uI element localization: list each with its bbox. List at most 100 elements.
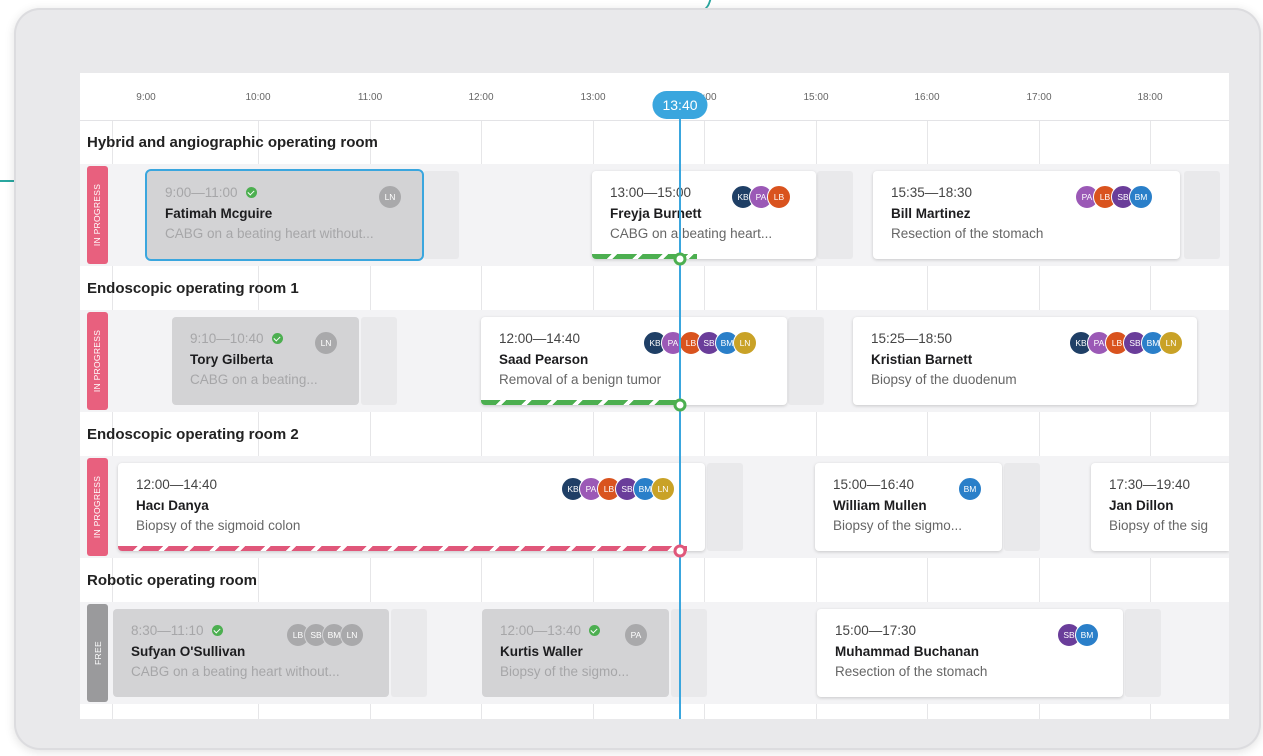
staff-avatars: KB PA LB (731, 185, 791, 209)
cleanup-gap (817, 171, 853, 259)
time-tick: 18:00 (1137, 92, 1163, 103)
time-text: 15:00—16:40 (833, 477, 915, 492)
surgery-card[interactable]: 8:30—11:10 Sufyan O'Sullivan CABG on a b… (113, 609, 389, 697)
procedure-desc: Biopsy of the sigmoid colon (136, 518, 301, 533)
staff-avatars: LB SB BM LN (286, 623, 364, 647)
cleanup-gap (1004, 463, 1040, 551)
cleanup-gap (361, 317, 397, 405)
cleanup-gap (391, 609, 427, 697)
staff-avatar[interactable]: LN (340, 623, 364, 647)
staff-avatars: LN (314, 331, 338, 355)
check-icon (211, 625, 223, 636)
check-icon (245, 187, 257, 198)
procedure-desc: Resection of the stomach (835, 664, 988, 679)
staff-avatar[interactable]: LN (733, 331, 757, 355)
patient-name: Fatimah Mcguire (165, 206, 273, 221)
progress-bar (118, 546, 688, 551)
surgery-card[interactable]: 15:35—18:30 Bill Martinez Resection of t… (873, 171, 1180, 259)
time-tick: 17:00 (1026, 92, 1052, 103)
surgery-card[interactable]: 15:25—18:50 Kristian Barnett Biopsy of t… (853, 317, 1197, 405)
procedure-desc: CABG on a beating... (190, 372, 318, 387)
room-status-badge: IN PROGRESS (87, 458, 108, 556)
procedure-desc: Resection of the stomach (891, 226, 1044, 241)
procedure-desc: Biopsy of the duodenum (871, 372, 1017, 387)
staff-avatars: PA LB SB BM (1075, 185, 1153, 209)
time-tick: 13:00 (580, 92, 606, 103)
staff-avatar[interactable]: LN (1159, 331, 1183, 355)
status-label: IN PROGRESS (92, 329, 103, 393)
staff-avatars: BM (958, 477, 982, 501)
room-title: Endoscopic operating room 1 (87, 280, 299, 297)
staff-avatars: KB PA LB SB BM LN (561, 477, 675, 501)
check-icon (589, 625, 601, 636)
procedure-desc: Removal of a benign tumor (499, 372, 662, 387)
cleanup-gap (788, 317, 824, 405)
surgery-card[interactable]: 17:30—19:40 Jan Dillon Biopsy of the sig (1091, 463, 1229, 551)
staff-avatars: SB BM (1057, 623, 1099, 647)
procedure-desc: Biopsy of the sigmo... (833, 518, 963, 533)
procedure-desc: Biopsy of the sigmo... (500, 664, 630, 679)
time-text: 9:10—10:40 (190, 331, 264, 346)
progress-marker-dot (673, 398, 687, 412)
room-status-badge: IN PROGRESS (87, 312, 108, 410)
cleanup-gap (1125, 609, 1161, 697)
cleanup-gap (707, 463, 743, 551)
surgery-card[interactable]: 12:00—13:40 Kurtis Waller Biopsy of the … (482, 609, 669, 697)
time-tick: 15:00 (803, 92, 829, 103)
surgery-card[interactable]: 12:00—14:40 Hacı Danya Biopsy of the sig… (118, 463, 705, 551)
procedure-desc: CABG on a beating heart... (610, 226, 773, 241)
check-icon (271, 333, 283, 344)
time-text: 15:25—18:50 (871, 331, 953, 346)
room-title: Hybrid and angiographic operating room (87, 134, 378, 151)
staff-avatars: KB PA LB SB BM LN (643, 331, 757, 355)
time-text: 12:00—14:40 (136, 477, 218, 492)
room-title: Robotic operating room (87, 572, 257, 589)
surgery-time: 9:00—11:00 (165, 185, 404, 200)
cleanup-gap (671, 609, 707, 697)
tablet-frame: 9:00 10:00 11:00 12:00 13:00 14:00 15:00… (14, 8, 1261, 750)
time-text: 15:35—18:30 (891, 185, 973, 200)
surgery-card[interactable]: 12:00—14:40 Saad Pearson Removal of a be… (481, 317, 787, 405)
staff-avatar[interactable]: LB (767, 185, 791, 209)
surgery-card[interactable]: 15:00—17:30 Muhammad Buchanan Resection … (817, 609, 1123, 697)
time-text: 17:30—19:40 (1109, 477, 1191, 492)
room-status-badge: IN PROGRESS (87, 166, 108, 264)
status-label: IN PROGRESS (92, 183, 103, 247)
time-tick: 16:00 (914, 92, 940, 103)
room-status-badge: FREE (87, 604, 108, 702)
staff-avatar[interactable]: BM (958, 477, 982, 501)
time-text: 12:00—13:40 (500, 623, 582, 638)
progress-marker-dot (673, 252, 687, 266)
cleanup-gap (1184, 171, 1220, 259)
time-tick: 10:00 (245, 92, 271, 103)
staff-avatars: LN (378, 185, 402, 209)
surgery-card[interactable]: 9:00—11:00 Fatimah Mcguire CABG on a bea… (145, 169, 424, 261)
surgery-card[interactable]: 9:10—10:40 Tory Gilberta CABG on a beati… (172, 317, 359, 405)
staff-avatar[interactable]: PA (624, 623, 648, 647)
current-time-badge: 13:40 (652, 91, 708, 119)
room-title: Endoscopic operating room 2 (87, 426, 299, 443)
procedure-desc: Biopsy of the sig (1109, 518, 1209, 533)
staff-avatar[interactable]: LN (314, 331, 338, 355)
or-schedule-screen: 9:00 10:00 11:00 12:00 13:00 14:00 15:00… (80, 73, 1229, 719)
progress-marker-dot (673, 544, 687, 558)
time-text: 8:30—11:10 (131, 623, 204, 638)
status-label: FREE (92, 641, 103, 665)
time-tick: 9:00 (136, 92, 156, 103)
staff-avatars: KB PA LB SB BM LN (1069, 331, 1183, 355)
staff-avatar[interactable]: LN (378, 185, 402, 209)
surgery-time: 17:30—19:40 (1109, 477, 1211, 492)
time-text: 9:00—11:00 (165, 185, 238, 200)
time-text: 12:00—14:40 (499, 331, 581, 346)
staff-avatar[interactable]: LN (651, 477, 675, 501)
time-tick: 11:00 (357, 92, 383, 103)
time-tick: 12:00 (468, 92, 494, 103)
cleanup-gap (423, 171, 459, 259)
staff-avatar[interactable]: BM (1129, 185, 1153, 209)
procedure-desc: CABG on a beating heart without... (165, 226, 374, 241)
surgery-card[interactable]: 15:00—16:40 William Mullen Biopsy of the… (815, 463, 1002, 551)
surgery-card[interactable]: 13:00—15:00 Freyja Burnett CABG on a bea… (592, 171, 816, 259)
time-text: 15:00—17:30 (835, 623, 917, 638)
staff-avatar[interactable]: BM (1075, 623, 1099, 647)
status-label: IN PROGRESS (92, 475, 103, 539)
